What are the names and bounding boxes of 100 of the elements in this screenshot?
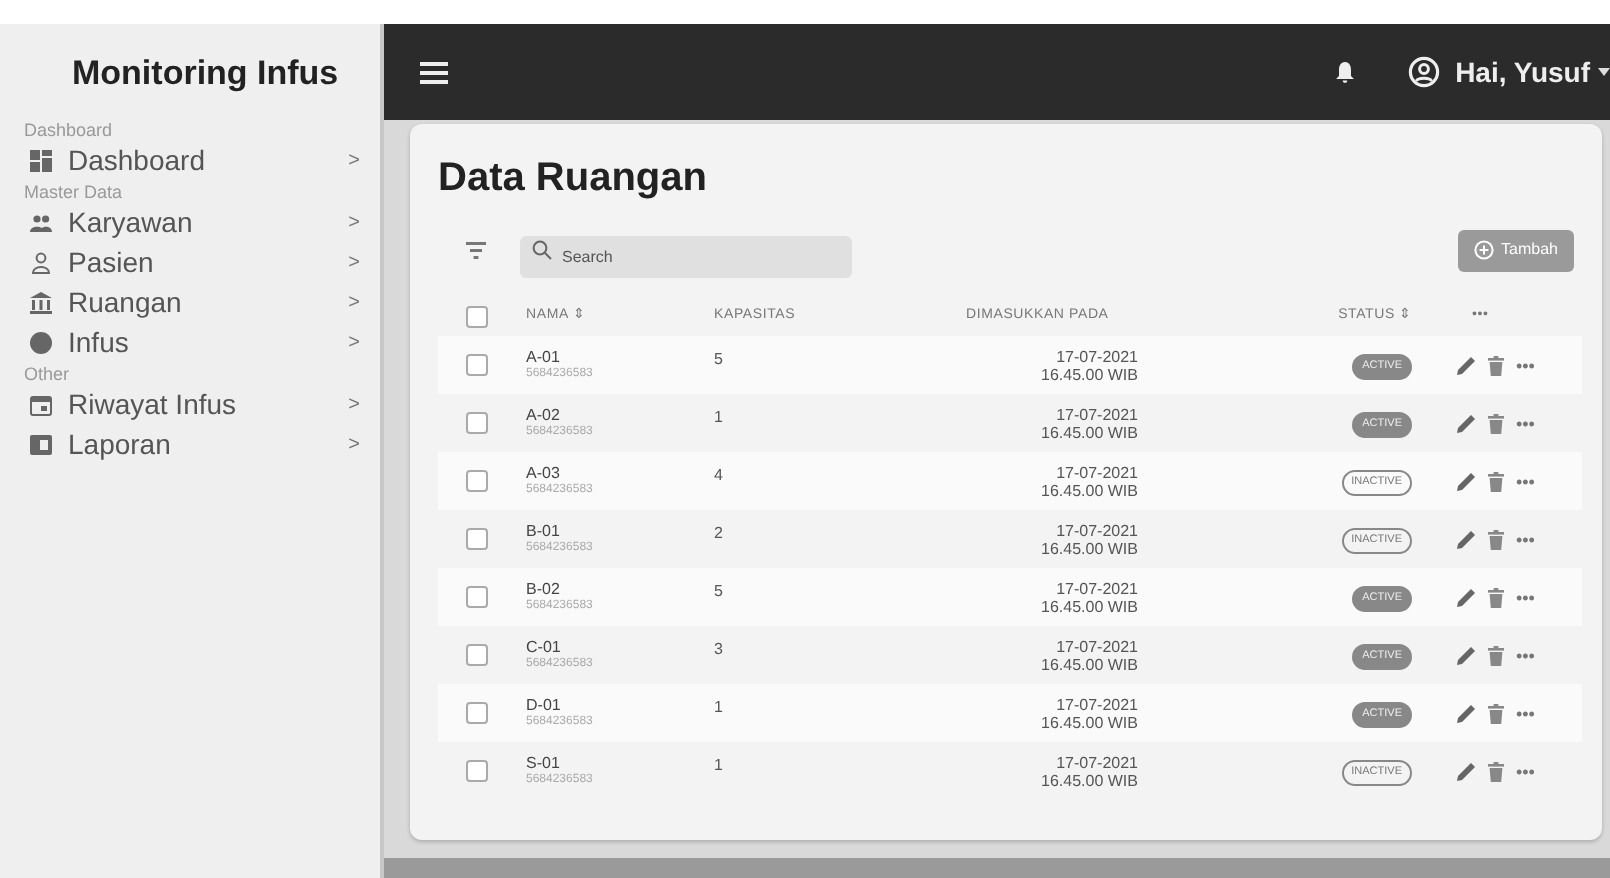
report-icon [30,434,52,456]
date-text: 17-07-2021 [1054,695,1138,713]
date-text: 17-07-2021 [1054,579,1138,597]
trash-icon[interactable] [1488,355,1504,375]
room-name: A-02 [526,406,562,424]
time-text: 16.45.00 WIB [1039,771,1138,789]
row-checkbox[interactable] [466,354,488,376]
chevron-icon: > [348,390,360,420]
capacity-text: 5 [714,350,723,368]
bell-icon[interactable] [1333,60,1356,84]
sidebar-item[interactable]: Dashboard > [24,141,360,181]
time-text: 16.45.00 WIB [1039,423,1138,441]
capacity-text: 3 [714,640,723,658]
room-name: A-03 [526,464,562,482]
chevron-icon: > [348,430,360,460]
trash-icon[interactable] [1488,529,1504,549]
trash-icon[interactable] [1488,761,1504,781]
circle-icon [30,332,52,354]
pencil-icon[interactable] [1456,471,1476,491]
person-icon [30,252,52,274]
sidebar-item[interactable]: Infus > [24,323,360,363]
section-heading: Master Data [24,181,125,203]
capacity-text: 2 [714,524,723,542]
chevron-icon: > [348,248,360,278]
trash-icon[interactable] [1488,413,1504,433]
user-icon[interactable] [1407,56,1440,88]
row-checkbox[interactable] [466,586,488,608]
more-options[interactable]: ••• [1516,705,1535,721]
date-text: 17-07-2021 [1054,521,1138,539]
row-checkbox[interactable] [466,644,488,666]
section-heading: Other [24,363,72,385]
time-text: 16.45.00 WIB [1039,539,1138,557]
sidebar-item[interactable]: Pasien > [24,243,360,283]
room-name: A-01 [526,348,562,366]
grid-icon [30,150,52,172]
plus-circle-icon [1473,240,1494,260]
more-options[interactable]: ••• [1516,763,1535,779]
room-name: D-01 [526,696,563,714]
select-all-checkbox[interactable] [466,305,488,327]
pencil-icon[interactable] [1456,413,1476,433]
chevron-icon: > [348,288,360,318]
sidebar-item[interactable]: Riwayat Infus > [24,385,360,425]
date-text: 17-07-2021 [1054,347,1138,365]
capacity-text: 1 [714,408,723,426]
capacity-text: 1 [714,698,723,716]
room-name: B-01 [526,522,562,540]
calendar-icon [30,394,52,416]
search-field[interactable]: Search [520,235,852,277]
people-icon [30,212,52,234]
capacity-text: 1 [714,756,723,774]
more-options[interactable]: ••• [1516,357,1535,373]
room-name: C-01 [526,638,563,656]
row-checkbox[interactable] [466,702,488,724]
date-text: 17-07-2021 [1054,405,1138,423]
search-icon [532,240,552,260]
trash-icon[interactable] [1488,471,1504,491]
capacity-text: 5 [714,582,723,600]
app-title: Monitoring Infus [72,52,341,96]
menu-icon[interactable] [420,61,448,83]
sidebar-item[interactable]: Ruangan > [24,283,360,323]
more-options[interactable]: ••• [1516,589,1535,605]
user-menu[interactable]: Hai, Yusuf [1455,51,1610,93]
chevron-icon: > [348,208,360,238]
filter-icon[interactable] [466,241,486,259]
chevron-icon: > [348,328,360,358]
row-checkbox[interactable] [466,528,488,550]
pencil-icon[interactable] [1456,529,1476,549]
room-name: B-02 [526,580,562,598]
capacity-text: 4 [714,466,723,484]
room-name: S-01 [526,754,562,772]
row-checkbox[interactable] [466,760,488,782]
more-options[interactable]: ••• [1516,415,1535,431]
page-title: Data Ruangan [438,154,709,204]
time-text: 16.45.00 WIB [1039,713,1138,731]
pencil-icon[interactable] [1456,703,1476,723]
pencil-icon[interactable] [1456,645,1476,665]
pencil-icon[interactable] [1456,761,1476,781]
trash-icon[interactable] [1488,645,1504,665]
sidebar-item[interactable]: Karyawan > [24,203,360,243]
add-button[interactable]: Tambah [1457,229,1574,271]
more-options[interactable]: ••• [1516,647,1535,663]
time-text: 16.45.00 WIB [1039,365,1138,383]
time-text: 16.45.00 WIB [1039,481,1138,499]
more-options[interactable]: ••• [1516,473,1535,489]
date-text: 17-07-2021 [1054,753,1138,771]
building-icon [30,292,52,314]
pencil-icon[interactable] [1456,587,1476,607]
sidebar-item[interactable]: Laporan > [24,425,360,465]
more-options[interactable]: ••• [1516,531,1535,547]
row-checkbox[interactable] [466,470,488,492]
section-heading: Dashboard [24,119,115,141]
date-text: 17-07-2021 [1054,637,1138,655]
date-text: 17-07-2021 [1054,463,1138,481]
row-checkbox[interactable] [466,412,488,434]
pencil-icon[interactable] [1456,355,1476,375]
trash-icon[interactable] [1488,703,1504,723]
chevron-icon: > [348,146,360,176]
time-text: 16.45.00 WIB [1039,655,1138,673]
time-text: 16.45.00 WIB [1039,597,1138,615]
trash-icon[interactable] [1488,587,1504,607]
